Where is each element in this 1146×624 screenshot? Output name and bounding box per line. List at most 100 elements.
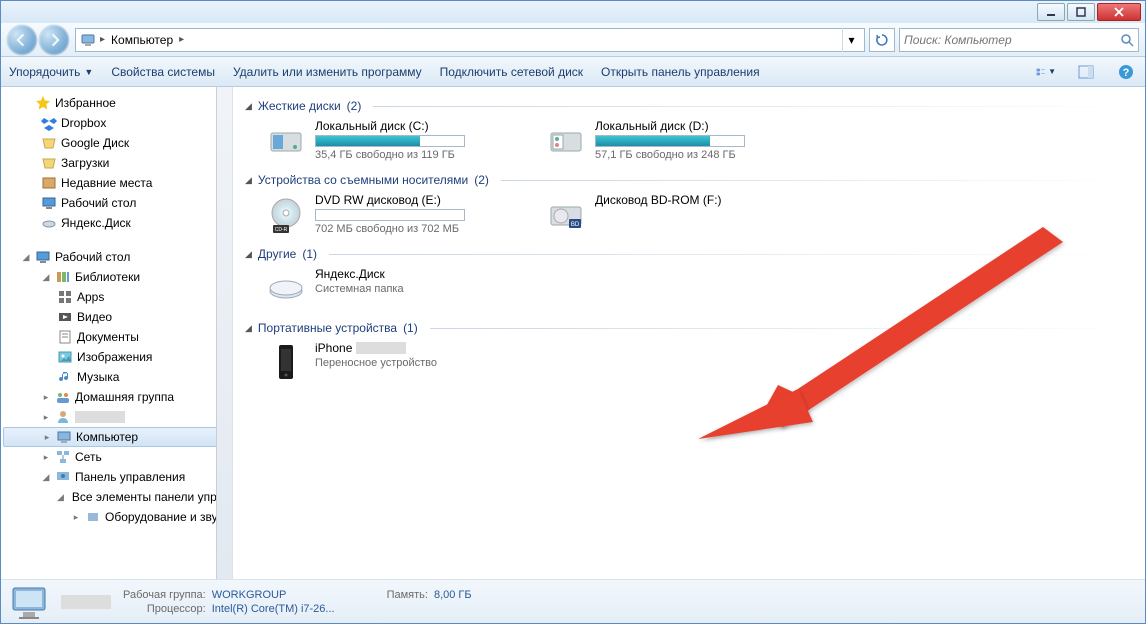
uninstall-program-button[interactable]: Удалить или изменить программу xyxy=(233,65,422,79)
drive-d[interactable]: Локальный диск (D:) 57,1 ГБ свободно из … xyxy=(545,119,795,161)
separator xyxy=(329,254,1133,255)
sidebar-network[interactable]: ▸Сеть xyxy=(1,447,232,467)
sidebar-computer[interactable]: ▸Компьютер xyxy=(3,427,230,447)
homegroup-icon xyxy=(55,389,71,405)
sidebar-item[interactable]: Google Диск xyxy=(1,133,232,153)
details-pane: Рабочая группа: WORKGROUP Память: 8,00 Г… xyxy=(1,579,1145,623)
control-panel-button[interactable]: Открыть панель управления xyxy=(601,65,760,79)
refresh-button[interactable] xyxy=(869,28,895,52)
apps-icon xyxy=(57,289,73,305)
dvd-icon: CD-R xyxy=(265,193,307,235)
sidebar-item[interactable]: Apps xyxy=(1,287,232,307)
video-icon xyxy=(57,309,73,325)
sidebar-item[interactable]: ▸Оборудование и звук xyxy=(1,507,232,527)
music-icon xyxy=(57,369,73,385)
sidebar-user[interactable]: ▸ xyxy=(1,407,232,427)
sidebar-libraries[interactable]: ◢Библиотеки xyxy=(1,267,232,287)
body: Избранное Dropbox Google Диск Загрузки Н… xyxy=(1,87,1145,579)
organize-menu[interactable]: Упорядочить ▼ xyxy=(9,65,93,79)
hdd-icon xyxy=(265,119,307,161)
group-title: Портативные устройства xyxy=(258,321,397,335)
chevron-right-icon: ▸ xyxy=(179,34,184,45)
google-drive-icon xyxy=(41,135,57,151)
downloads-icon xyxy=(41,155,57,171)
help-button[interactable]: ? xyxy=(1115,61,1137,83)
group-count: (2) xyxy=(474,173,489,187)
yandex-disk-icon xyxy=(41,215,57,231)
titlebar xyxy=(1,1,1145,23)
group-title: Жесткие диски xyxy=(258,99,341,113)
sidebar-scrollbar[interactable] xyxy=(216,87,232,579)
pictures-icon xyxy=(57,349,73,365)
sidebar-item[interactable]: Яндекс.Диск xyxy=(1,213,232,233)
preview-pane-button[interactable] xyxy=(1075,61,1097,83)
computer-icon xyxy=(56,429,72,445)
memory-value: 8,00 ГБ xyxy=(434,589,472,601)
group-header-other[interactable]: ◢ Другие (1) xyxy=(245,247,1133,261)
drive-c[interactable]: Локальный диск (C:) 35,4 ГБ свободно из … xyxy=(265,119,515,161)
separator xyxy=(430,328,1133,329)
back-button[interactable] xyxy=(7,25,37,55)
close-button[interactable] xyxy=(1097,3,1141,21)
content-pane: ◢ Жесткие диски (2) Локальный диск (C:) … xyxy=(233,87,1145,579)
map-drive-button[interactable]: Подключить сетевой диск xyxy=(440,65,583,79)
search-input[interactable] xyxy=(904,33,1120,47)
address-bar[interactable]: ▸ Компьютер ▸ ▾ xyxy=(75,28,865,52)
sidebar-item[interactable]: Видео xyxy=(1,307,232,327)
sidebar-desktop[interactable]: ◢Рабочий стол xyxy=(1,247,232,267)
view-menu[interactable]: ▼ xyxy=(1035,61,1057,83)
drive-iphone[interactable]: iPhone Переносное устройство xyxy=(265,341,515,383)
computer-icon xyxy=(80,32,96,48)
drive-name: Яндекс.Диск xyxy=(315,267,515,281)
sidebar-favorites[interactable]: Избранное xyxy=(1,93,232,113)
group-header-portable[interactable]: ◢ Портативные устройства (1) xyxy=(245,321,1133,335)
hdd-icon xyxy=(545,119,587,161)
minimize-button[interactable] xyxy=(1037,3,1065,21)
sidebar-homegroup[interactable]: ▸Домашняя группа xyxy=(1,387,232,407)
usage-bar xyxy=(315,209,465,221)
system-properties-button[interactable]: Свойства системы xyxy=(111,65,215,79)
workgroup-value: WORKGROUP xyxy=(212,589,335,601)
usage-bar xyxy=(315,135,465,147)
drive-name: DVD RW дисковод (E:) xyxy=(315,193,515,207)
collapse-icon: ◢ xyxy=(245,175,252,186)
forward-button[interactable] xyxy=(39,25,69,55)
drive-f[interactable]: BD Дисковод BD-ROM (F:) xyxy=(545,193,795,235)
cpu-label: Процессор: xyxy=(123,603,206,615)
collapse-icon: ◢ xyxy=(245,249,252,260)
separator xyxy=(373,106,1133,107)
address-dropdown[interactable]: ▾ xyxy=(842,28,860,52)
sidebar-control-panel[interactable]: ◢Панель управления xyxy=(1,467,232,487)
breadcrumb-location[interactable]: Компьютер xyxy=(109,33,175,47)
drive-status: Переносное устройство xyxy=(315,357,515,369)
drive-e[interactable]: CD-R DVD RW дисковод (E:) 702 МБ свободн… xyxy=(265,193,515,235)
usage-bar xyxy=(595,135,745,147)
hardware-icon xyxy=(85,509,101,525)
sidebar-item[interactable]: Музыка xyxy=(1,367,232,387)
search-icon xyxy=(1120,33,1134,47)
group-header-hdd[interactable]: ◢ Жесткие диски (2) xyxy=(245,99,1133,113)
sidebar-item[interactable]: ◢Все элементы панели управле xyxy=(1,487,232,507)
search-box[interactable] xyxy=(899,28,1139,52)
explorer-window: ▸ Компьютер ▸ ▾ Упорядочить ▼ Свойства с… xyxy=(0,0,1146,624)
sidebar-item[interactable]: Загрузки xyxy=(1,153,232,173)
group-title: Другие xyxy=(258,247,296,261)
group-count: (2) xyxy=(347,99,362,113)
documents-icon xyxy=(57,329,73,345)
sidebar-item[interactable]: Изображения xyxy=(1,347,232,367)
star-icon xyxy=(35,95,51,111)
dropbox-icon xyxy=(41,115,57,131)
yadisk-icon xyxy=(265,267,307,309)
sidebar-item[interactable]: Документы xyxy=(1,327,232,347)
network-icon xyxy=(55,449,71,465)
group-header-removable[interactable]: ◢ Устройства со съемными носителями (2) xyxy=(245,173,1133,187)
desktop-icon xyxy=(41,195,57,211)
window-buttons xyxy=(1037,1,1145,21)
maximize-button[interactable] xyxy=(1067,3,1095,21)
drive-yadisk[interactable]: Яндекс.Диск Системная папка xyxy=(265,267,515,309)
command-bar: Упорядочить ▼ Свойства системы Удалить и… xyxy=(1,57,1145,87)
sidebar-item[interactable]: Рабочий стол xyxy=(1,193,232,213)
sidebar-item[interactable]: Недавние места xyxy=(1,173,232,193)
drive-status: 57,1 ГБ свободно из 248 ГБ xyxy=(595,149,795,161)
sidebar-item[interactable]: Dropbox xyxy=(1,113,232,133)
